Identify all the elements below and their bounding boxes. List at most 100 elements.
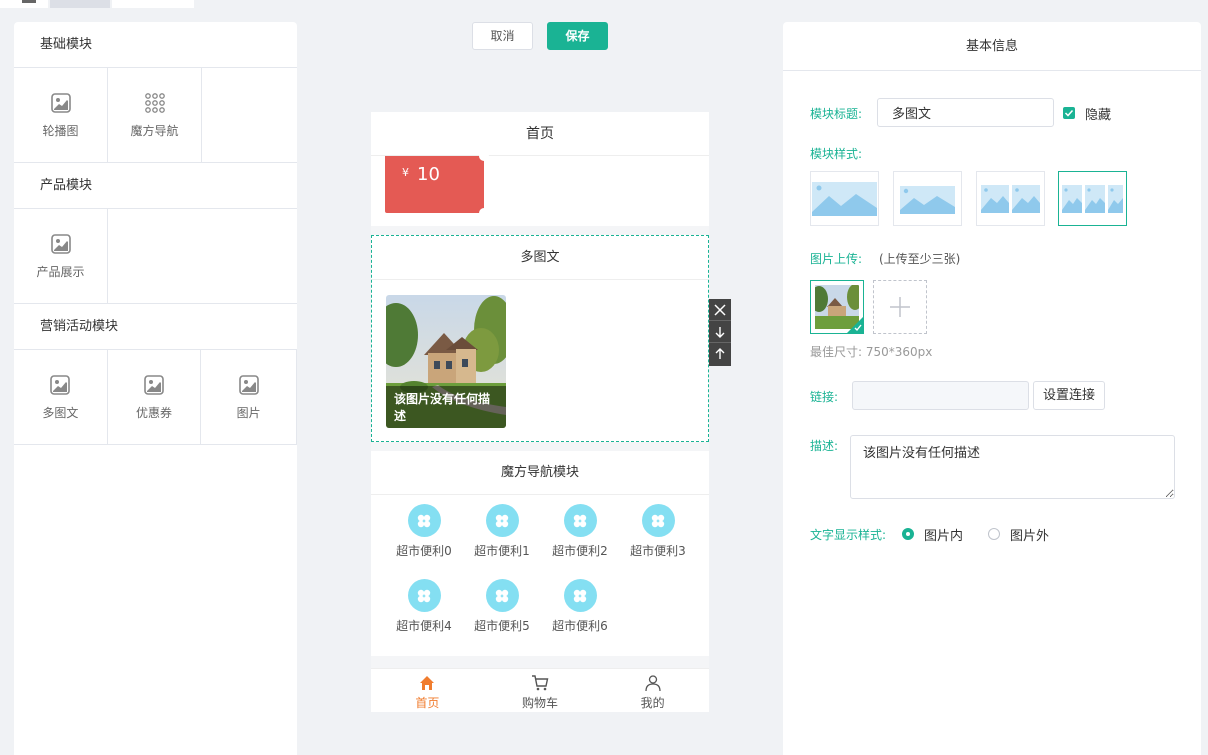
module-cube-nav[interactable]: 魔方导航 [108,68,202,162]
upload-label: 图片上传: [810,252,863,266]
coupon-notch [479,151,489,161]
clover-icon [563,504,597,537]
module-carousel[interactable]: 轮播图 [14,68,108,162]
image-icon [50,233,71,254]
page-title: 首页 [371,112,709,156]
module-title: 魔方导航模块 [371,451,709,495]
image-icon [50,374,71,395]
cube-nav-item[interactable]: 超市便利2 [541,504,619,559]
home-icon [420,676,435,690]
module-label: 优惠券 [136,405,173,420]
description-textarea[interactable]: 该图片没有任何描述 [850,435,1175,499]
tab-cart[interactable]: 购物车 [484,669,597,712]
set-link-button[interactable]: 设置连接 [1033,381,1105,410]
coupon-amount: 10 [417,164,440,185]
module-label: 产品展示 [36,264,85,279]
tab-label: 购物车 [522,696,559,710]
uploaded-image-thumb[interactable] [810,280,864,334]
tab-label: 首页 [415,696,440,710]
hide-label: 隐藏 [1085,108,1112,123]
upload-hint: (上传至少三张) [879,252,961,266]
radio-text-outside[interactable] [988,528,1000,540]
hide-checkbox[interactable] [1063,107,1075,119]
save-button[interactable]: 保存 [547,22,608,50]
clover-icon [485,504,519,537]
delete-module-button[interactable] [709,299,731,321]
tab-home[interactable]: 首页 [371,669,484,712]
module-coupon[interactable]: 优惠券 [108,350,202,444]
section-title-marketing: 营销活动模块 [14,304,297,350]
cube-nav-item[interactable]: 超市便利0 [385,504,463,559]
phone-preview: 首页 ¥ 10 多图文 该图片没有任何描述 魔方导航模块 超市便利0 超市便利1… [371,112,709,712]
top-tab-strip [0,0,1208,8]
top-tab-3[interactable] [112,0,194,8]
landscape-triple-icon [1062,185,1123,213]
cube-nav-label: 超市便利5 [474,619,530,633]
image-caption: 该图片没有任何描述 [386,386,506,428]
menu-icon [22,0,36,3]
coupon-card[interactable]: ¥ 10 [385,151,489,218]
cube-nav-label: 超市便利3 [630,544,686,558]
link-input[interactable] [852,381,1029,410]
module-image[interactable]: 图片 [201,350,296,444]
top-tab-home[interactable] [0,0,48,8]
clover-icon [641,504,675,537]
add-image-button[interactable] [873,280,927,334]
module-label: 轮播图 [42,123,79,138]
section-title-basic: 基础模块 [14,22,297,68]
style-option-4[interactable] [1058,171,1127,226]
cart-icon [532,675,549,691]
cube-nav-item[interactable]: 超市便利4 [385,579,463,634]
radio-text-inside[interactable] [902,528,914,540]
module-actions [709,299,731,366]
cube-nav-item[interactable]: 超市便利1 [463,504,541,559]
landscape-icon [900,186,955,214]
tab-label: 我的 [640,696,665,710]
coupon-notch [479,208,489,218]
style-option-2[interactable] [893,171,962,226]
style-option-3[interactable] [976,171,1045,226]
tab-mine[interactable]: 我的 [596,669,709,712]
multi-image-text-module[interactable]: 多图文 该图片没有任何描述 [371,235,709,442]
radio-label-inside: 图片内 [924,529,964,544]
link-label: 链接: [810,390,839,404]
module-multi-image-text[interactable]: 多图文 [14,350,108,444]
clover-icon [485,579,519,612]
properties-panel: 基本信息 模块标题: 隐藏 模块样式: 图片上传: (上传至少三张) 最佳尺寸:… [783,22,1201,755]
cube-nav-item[interactable]: 超市便利6 [541,579,619,634]
coupon-module[interactable]: ¥ 10 [371,151,709,226]
module-label: 图片 [236,405,261,420]
top-tab-2[interactable] [50,0,110,8]
arrow-down-icon [715,326,725,338]
image-icon [238,374,259,395]
coupon-currency: ¥ [402,166,409,179]
clover-icon [407,579,441,612]
module-product-display[interactable]: 产品展示 [14,209,108,303]
clover-icon [563,579,597,612]
empty-cell [202,68,297,162]
module-title-input[interactable] [877,98,1054,127]
module-title-label: 模块标题: [810,107,863,121]
cube-nav-module[interactable]: 魔方导航模块 超市便利0 超市便利1 超市便利2 超市便利3 超市便利4 超市便… [371,451,709,656]
clover-icon [407,504,441,537]
landscape-icon [812,182,877,216]
check-icon [1064,109,1074,117]
cube-nav-label: 超市便利6 [552,619,608,633]
move-up-button[interactable] [709,343,731,365]
style-option-1[interactable] [810,171,879,226]
cube-nav-label: 超市便利0 [396,544,452,558]
module-label: 多图文 [42,405,79,420]
module-title: 多图文 [372,236,708,280]
cube-nav-item[interactable]: 超市便利3 [619,504,697,559]
module-style-label: 模块样式: [810,147,863,161]
radio-label-outside: 图片外 [1010,529,1050,544]
size-tip: 最佳尺寸: 750*360px [810,345,933,359]
arrow-up-icon [715,348,725,359]
basic-modules-grid: 轮播图 魔方导航 [14,68,297,163]
cube-nav-label: 超市便利1 [474,544,530,558]
move-down-button[interactable] [709,321,731,343]
house-photo[interactable]: 该图片没有任何描述 [386,295,506,428]
empty-cell [108,209,297,303]
cancel-button[interactable]: 取消 [472,22,533,50]
cube-nav-item[interactable]: 超市便利5 [463,579,541,634]
